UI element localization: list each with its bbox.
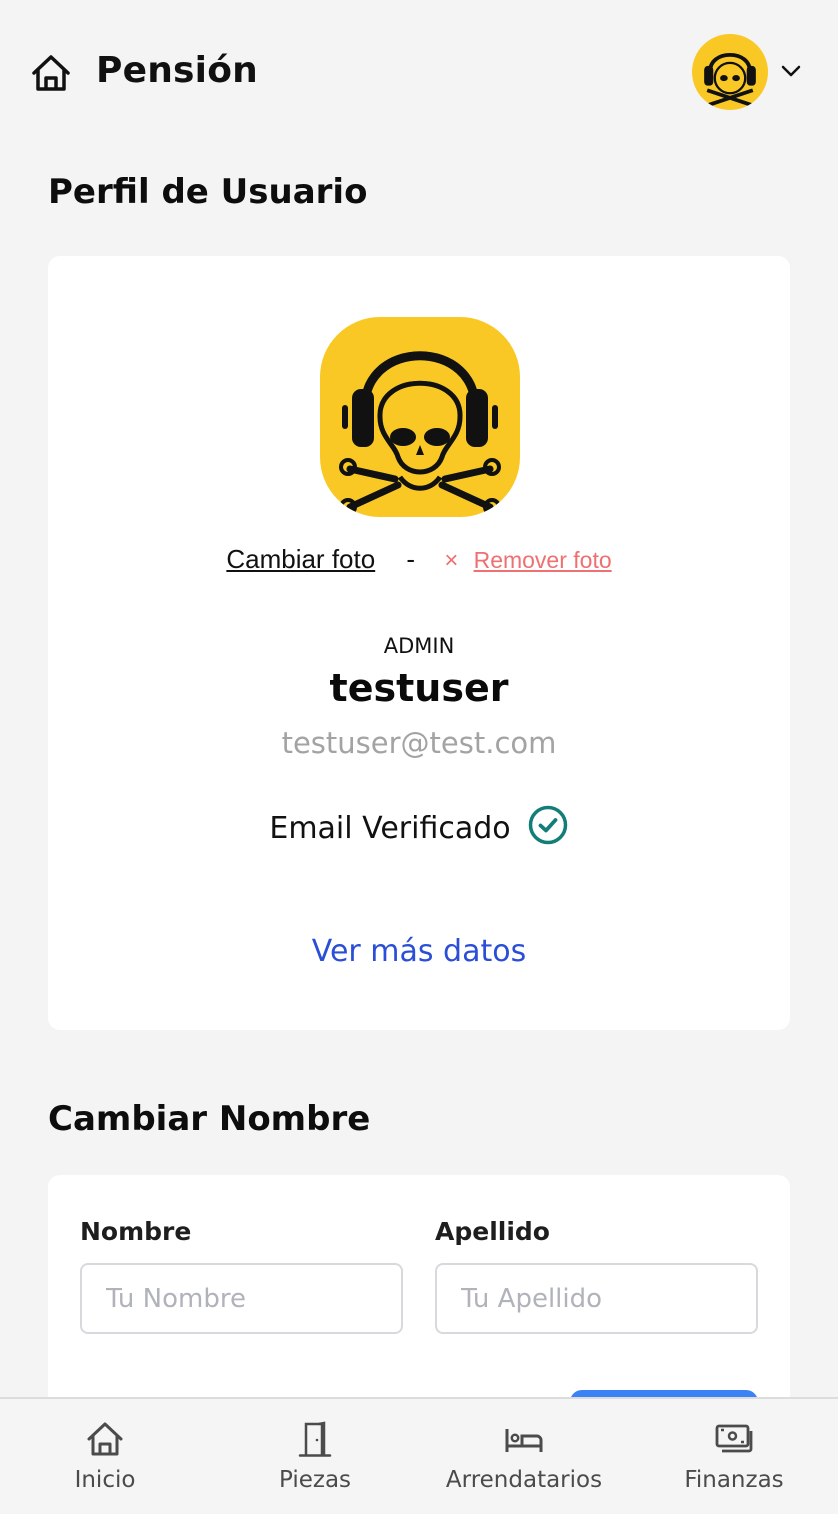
username: testuser xyxy=(329,666,509,710)
change-name-section-title: Cambiar Nombre xyxy=(48,1099,371,1139)
user-avatar-menu[interactable] xyxy=(692,34,768,110)
first-name-label: Nombre xyxy=(80,1217,192,1246)
profile-section-title: Perfil de Usuario xyxy=(48,172,368,212)
user-role: ADMIN xyxy=(383,634,455,658)
change-photo-link[interactable]: Cambiar foto xyxy=(226,544,375,574)
door-icon xyxy=(298,1421,332,1457)
app-header: Pensión xyxy=(0,0,838,148)
bottom-nav: Inicio Piezas Arrendatarios Finanzas xyxy=(0,1397,838,1514)
remove-icon[interactable]: × xyxy=(444,547,458,574)
separator: - xyxy=(406,544,416,574)
nav-label: Piezas xyxy=(278,1467,352,1493)
skull-headphones-avatar-icon xyxy=(704,53,756,108)
photo-actions: Cambiar foto - × Remover foto xyxy=(48,544,790,575)
more-data-link[interactable]: Ver más datos xyxy=(48,934,790,969)
profile-card: Cambiar foto - × Remover foto ADMIN test… xyxy=(48,256,790,1030)
home-icon[interactable] xyxy=(30,52,72,94)
last-name-input[interactable] xyxy=(435,1263,758,1334)
chevron-down-icon[interactable] xyxy=(780,62,802,80)
bed-icon xyxy=(505,1429,543,1452)
user-email: testuser@test.com xyxy=(281,726,557,760)
nav-label: Inicio xyxy=(74,1467,136,1493)
verified-label: Email Verificado xyxy=(269,811,511,846)
nav-item-piezas[interactable]: Piezas xyxy=(210,1399,420,1514)
profile-photo xyxy=(320,317,520,517)
home-icon xyxy=(87,1422,123,1456)
check-circle-icon xyxy=(528,805,567,845)
nav-item-arrendatarios[interactable]: Arrendatarios xyxy=(419,1399,629,1514)
first-name-input[interactable] xyxy=(80,1263,403,1334)
remove-photo-link[interactable]: Remover foto xyxy=(474,547,612,573)
nav-item-finanzas[interactable]: Finanzas xyxy=(629,1399,838,1514)
app-title: Pensión xyxy=(96,50,258,91)
skull-headphones-avatar-icon xyxy=(339,351,501,516)
email-verified-status: Email Verificado xyxy=(48,804,790,846)
nav-label: Finanzas xyxy=(684,1467,784,1493)
nav-item-inicio[interactable]: Inicio xyxy=(0,1399,210,1514)
money-icon xyxy=(715,1424,753,1453)
last-name-label: Apellido xyxy=(435,1217,550,1246)
nav-label: Arrendatarios xyxy=(445,1467,603,1493)
